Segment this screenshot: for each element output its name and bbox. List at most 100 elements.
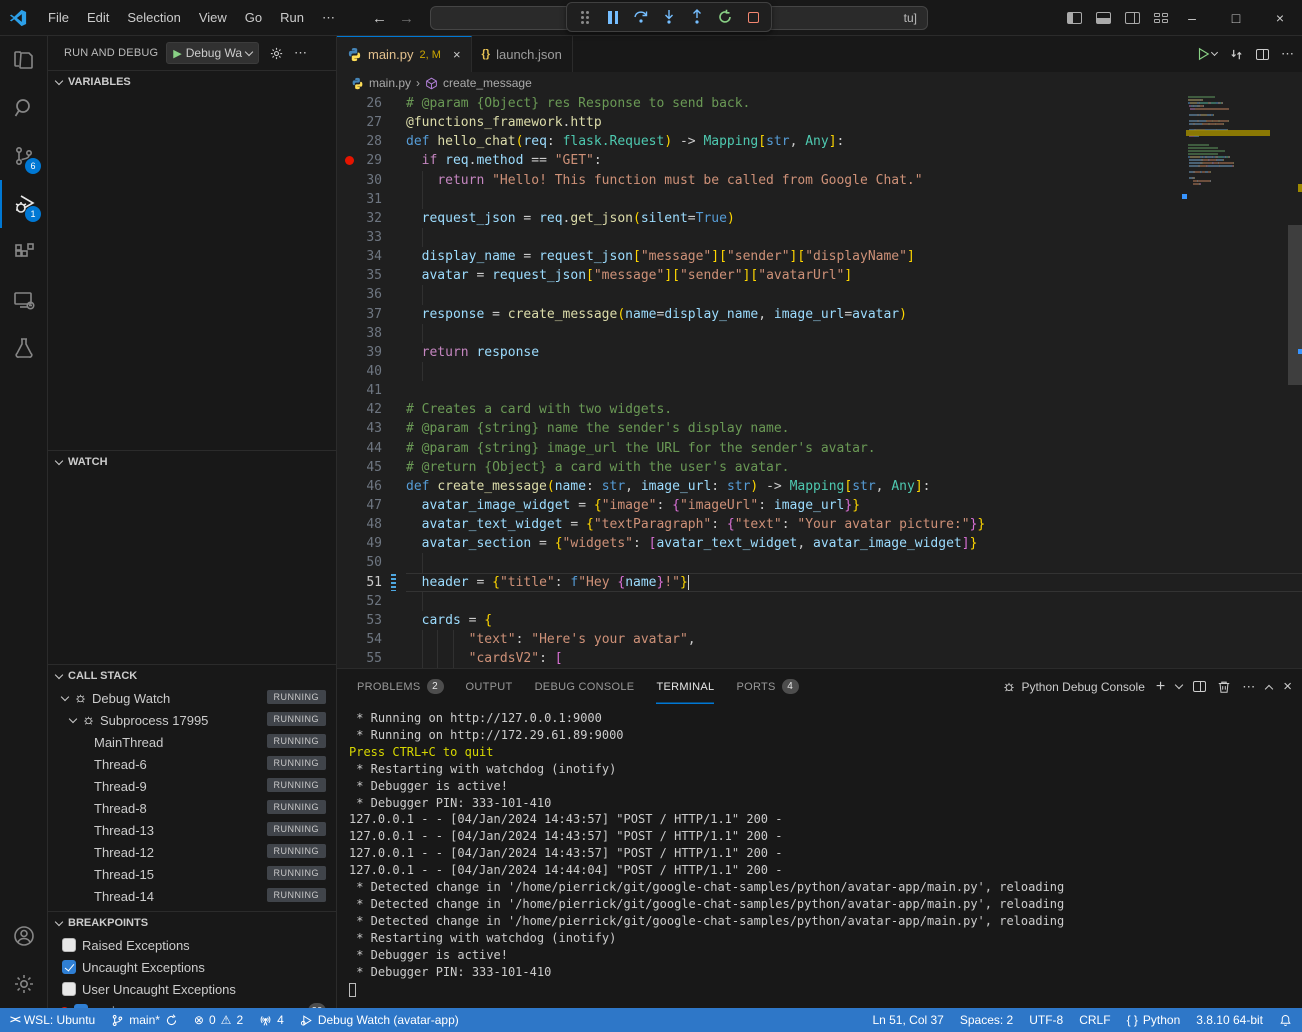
close-tab-icon[interactable]: × [453, 47, 461, 62]
panel-tab-debug-console[interactable]: DEBUG CONSOLE [535, 669, 635, 704]
editor-gutter[interactable]: 28 [337, 132, 406, 151]
code-line[interactable]: 30 return "Hello! This function must be … [337, 171, 1302, 190]
close-panel-icon[interactable]: × [1283, 678, 1292, 695]
editor-gutter[interactable]: 31 [337, 190, 406, 209]
sidebar-item-run-and-debug[interactable]: 1 [0, 180, 47, 228]
breakpoint-dot-icon[interactable] [345, 156, 354, 165]
code-line[interactable]: 53 cards = { [337, 611, 1302, 630]
indentation[interactable]: Spaces: 2 [960, 1013, 1013, 1027]
editor-gutter[interactable]: 52 [337, 592, 406, 611]
code-line[interactable]: 47 avatar_image_widget = {"image": {"ima… [337, 496, 1302, 515]
nav-forward-icon[interactable]: → [399, 10, 414, 27]
code-editor[interactable]: 26# @param {Object} res Response to send… [337, 94, 1302, 668]
drag-grip-icon[interactable] [573, 5, 597, 29]
editor-gutter[interactable]: 45 [337, 458, 406, 477]
code-line[interactable]: 32 request_json = req.get_json(silent=Tr… [337, 209, 1302, 228]
stop-button[interactable] [741, 5, 765, 29]
menu-item-go[interactable]: Go [236, 5, 271, 31]
debug-settings-gear-icon[interactable] [269, 46, 284, 61]
breakpoints-section-header[interactable]: BREAKPOINTS [48, 912, 336, 934]
terminal-instance-label[interactable]: Python Debug Console [1002, 680, 1144, 694]
editor-gutter[interactable]: 40 [337, 362, 406, 381]
breakpoint-row[interactable]: main.py29 [48, 1000, 336, 1008]
minimap[interactable] [1188, 94, 1268, 244]
menu-item-more[interactable]: ⋯ [313, 5, 344, 31]
code-line[interactable]: 36 [337, 285, 1302, 304]
sidebar-item-testing[interactable] [0, 324, 47, 372]
nav-back-icon[interactable]: ← [372, 10, 387, 27]
breadcrumb-symbol[interactable]: create_message [443, 76, 532, 90]
toggle-panel-icon[interactable] [1096, 12, 1111, 24]
maximize-button[interactable]: □ [1214, 0, 1258, 36]
encoding[interactable]: UTF-8 [1029, 1013, 1063, 1027]
sidebar-item-explorer[interactable] [0, 36, 47, 84]
editor-gutter[interactable]: 47 [337, 496, 406, 515]
editor-gutter[interactable]: 46 [337, 477, 406, 496]
code-line[interactable]: 44# @param {string} image_url the URL fo… [337, 439, 1302, 458]
editor-gutter[interactable]: 36 [337, 285, 406, 304]
call-stack-row[interactable]: Subprocess 17995RUNNING [48, 709, 336, 731]
step-out-button[interactable] [685, 5, 709, 29]
sidebar-item-source-control[interactable]: 6 [0, 132, 47, 180]
editor-gutter[interactable]: 49 [337, 534, 406, 553]
language-mode[interactable]: { } Python [1127, 1013, 1181, 1027]
code-line[interactable]: 51 header = {"title": f"Hey {name}!"} [337, 573, 1302, 592]
code-line[interactable]: 46def create_message(name: str, image_ur… [337, 477, 1302, 496]
python-interpreter[interactable]: 3.8.10 64-bit [1196, 1013, 1263, 1027]
terminal-output[interactable]: * Running on http://127.0.0.1:9000 * Run… [337, 704, 1302, 1008]
step-over-button[interactable] [629, 5, 653, 29]
settings-gear-icon[interactable] [0, 960, 47, 1008]
git-branch-status[interactable]: main* [111, 1013, 178, 1027]
call-stack-row[interactable]: Thread-8RUNNING [48, 797, 336, 819]
code-line[interactable]: 42# Creates a card with two widgets. [337, 400, 1302, 419]
editor-gutter[interactable]: 29 [337, 151, 406, 170]
code-line[interactable]: 50 [337, 553, 1302, 572]
code-line[interactable]: 34 display_name = request_json["message"… [337, 247, 1302, 266]
views-more-actions-icon[interactable]: ⋯ [294, 45, 307, 61]
breakpoint-row[interactable]: Raised Exceptions [48, 934, 336, 956]
editor-gutter[interactable]: 26 [337, 94, 406, 113]
code-line[interactable]: 27@functions_framework.http [337, 113, 1302, 132]
code-line[interactable]: 45# @return {Object} a card with the use… [337, 458, 1302, 477]
menu-item-edit[interactable]: Edit [78, 5, 118, 31]
call-stack-row[interactable]: Thread-15RUNNING [48, 863, 336, 885]
code-line[interactable]: 49 avatar_section = {"widgets": [avatar_… [337, 534, 1302, 553]
code-line[interactable]: 37 response = create_message(name=displa… [337, 305, 1302, 324]
breadcrumb-file[interactable]: main.py [369, 76, 411, 90]
pause-button[interactable] [601, 5, 625, 29]
code-line[interactable]: 35 avatar = request_json["message"]["sen… [337, 266, 1302, 285]
code-line[interactable]: 43# @param {string} name the sender's di… [337, 419, 1302, 438]
code-line[interactable]: 33 [337, 228, 1302, 247]
close-button[interactable]: × [1258, 0, 1302, 36]
run-python-file-button[interactable] [1196, 47, 1217, 61]
panel-tab-terminal[interactable]: TERMINAL [656, 669, 714, 704]
split-editor-icon[interactable] [1256, 49, 1269, 60]
maximize-panel-icon[interactable] [1265, 684, 1273, 692]
step-into-button[interactable] [657, 5, 681, 29]
debug-config-select[interactable]: ▶ Debug Wa [166, 42, 259, 64]
editor-gutter[interactable]: 33 [337, 228, 406, 247]
code-line[interactable]: 38 [337, 324, 1302, 343]
editor-gutter[interactable]: 42 [337, 400, 406, 419]
toggle-secondary-sidebar-icon[interactable] [1125, 12, 1140, 24]
call-stack-row[interactable]: Thread-6RUNNING [48, 753, 336, 775]
tab-launch-json[interactable]: {} launch.json [472, 36, 573, 72]
call-stack-row[interactable]: Thread-14RUNNING [48, 885, 336, 907]
code-line[interactable]: 29 if req.method == "GET": [337, 151, 1302, 170]
cursor-position[interactable]: Ln 51, Col 37 [872, 1013, 943, 1027]
editor-gutter[interactable]: 35 [337, 266, 406, 285]
editor-more-actions-icon[interactable]: ⋯ [1281, 46, 1294, 62]
code-line[interactable]: 26# @param {Object} res Response to send… [337, 94, 1302, 113]
open-changes-icon[interactable] [1229, 47, 1244, 62]
customize-layout-icon[interactable] [1154, 13, 1168, 23]
ports-status[interactable]: 4 [259, 1013, 284, 1027]
editor-gutter[interactable]: 54 [337, 630, 406, 649]
panel-more-actions-icon[interactable]: ⋯ [1242, 679, 1255, 695]
editor-gutter[interactable]: 41 [337, 381, 406, 400]
split-terminal-icon[interactable] [1193, 681, 1206, 692]
panel-tab-output[interactable]: OUTPUT [466, 669, 513, 704]
breakpoint-checkbox[interactable] [62, 938, 76, 952]
call-stack-row[interactable]: Thread-13RUNNING [48, 819, 336, 841]
editor-gutter[interactable]: 30 [337, 171, 406, 190]
remote-indicator[interactable]: >< WSL: Ubuntu [10, 1013, 95, 1027]
